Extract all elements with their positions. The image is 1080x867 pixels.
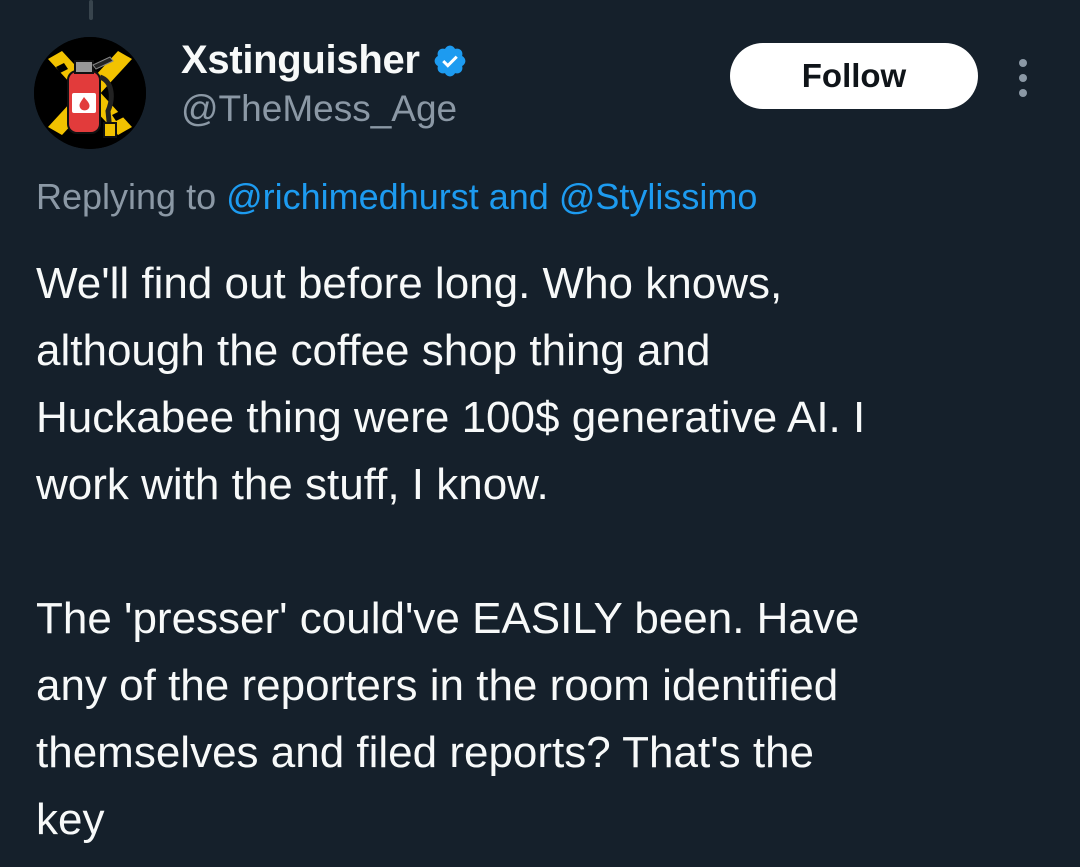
- mention-link-stylissimo[interactable]: @Stylissimo: [559, 176, 758, 217]
- tweet-text-line: although the coffee shop thing and: [36, 326, 711, 375]
- mention-link-richimedhurst[interactable]: @richimedhurst: [226, 176, 479, 217]
- follow-button[interactable]: Follow: [730, 43, 978, 109]
- verified-badge-icon: [432, 43, 468, 79]
- tweet-text-line: any of the reporters in the room identif…: [36, 661, 839, 710]
- tweet-text-line: Huckabee thing were 100$ generative AI. …: [36, 393, 866, 442]
- tweet-text-line: work with the stuff, I know.: [36, 460, 549, 509]
- replying-to-connector: and: [488, 176, 549, 217]
- fire-extinguisher-icon: [34, 37, 146, 149]
- replying-to-prefix: Replying to: [36, 176, 217, 217]
- tweet-text-line: themselves and filed reports? That's the: [36, 728, 815, 777]
- author-handle[interactable]: @TheMess_Age: [181, 88, 457, 130]
- avatar[interactable]: [34, 37, 146, 149]
- tweet-text-line: The 'presser' could've EASILY been. Have: [36, 594, 860, 643]
- replying-to-line: Replying to @richimedhurst and @Stylissi…: [36, 176, 757, 218]
- author-display-name[interactable]: Xstinguisher: [181, 38, 420, 83]
- tweet-text: We'll find out before long. Who knows, a…: [36, 250, 1046, 853]
- tweet-text-line: We'll find out before long. Who knows,: [36, 259, 783, 308]
- tweet-text-line: key: [36, 795, 105, 844]
- thread-connector-line: [89, 0, 93, 20]
- more-vertical-icon[interactable]: [1010, 56, 1036, 100]
- author-name-row: Xstinguisher: [181, 38, 468, 83]
